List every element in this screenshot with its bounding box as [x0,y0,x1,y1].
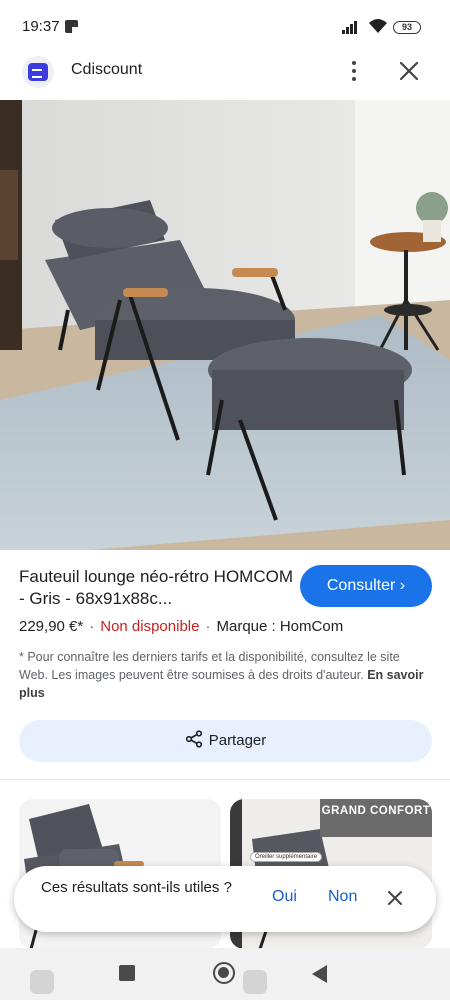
notification-icon [65,20,78,33]
app-header: Cdiscount [0,50,450,100]
grand-confort-badge: GRAND CONFORT [320,799,432,837]
product-title[interactable]: Fauteuil lounge néo-rétro HOMCOM - Gris … [19,566,294,610]
back-icon[interactable] [312,965,327,983]
price: 229,90 €* [19,618,84,635]
product-meta: 229,90 €* · Non disponible · Marque : HomCom [19,618,343,635]
wifi-icon [369,19,387,33]
disclaimer-text: * Pour connaître les derniers tarifs et … [19,650,400,682]
signal-icon [342,20,362,34]
divider [0,779,450,780]
more-vert-icon[interactable] [344,59,364,83]
status-time: 19:37 [22,18,60,35]
battery-icon: 93 [393,21,421,34]
share-label: Partager [208,732,267,749]
status-bar: 19:37 93 [0,0,450,54]
cdiscount-logo-icon [22,56,54,88]
availability-status: Non disponible [100,618,200,635]
separator: · [205,618,211,635]
app-title: Cdiscount [71,61,143,78]
close-icon[interactable] [387,890,403,906]
consult-button[interactable]: Consulter › [300,565,432,607]
brand: Marque : HomCom [216,618,344,635]
feedback-question: Ces résultats sont-ils utiles ? [41,879,232,896]
share-icon [185,730,202,748]
feedback-no-button[interactable]: Non [328,888,357,906]
feedback-popup: Ces résultats sont-ils utiles ? Oui Non [14,866,436,932]
ghost-icon [243,970,267,994]
product-image[interactable] [0,100,450,550]
home-icon[interactable] [213,962,235,984]
image-caption-label: Oreiller supplémentaire [250,852,323,862]
system-nav-bar [0,948,450,1000]
feedback-yes-button[interactable]: Oui [272,888,297,906]
ghost-icon [30,970,54,994]
close-icon[interactable] [398,60,420,82]
separator: · [89,618,95,635]
recent-apps-icon[interactable] [119,965,135,981]
disclaimer: * Pour connaître les derniers tarifs et … [19,648,431,702]
share-button[interactable]: Partager [19,720,432,762]
